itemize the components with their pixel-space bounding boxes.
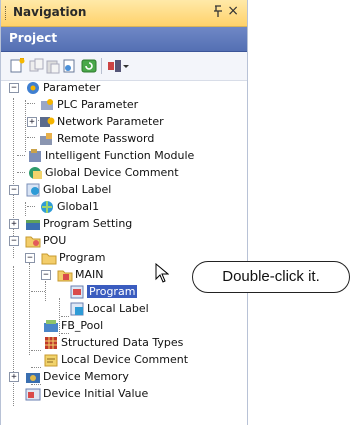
- project-bar[interactable]: Project: [1, 27, 247, 52]
- collapse-toggle-icon[interactable]: −: [9, 83, 19, 93]
- structured-data-types-icon: [45, 337, 57, 349]
- tree-item-intelligent-function-module[interactable]: Intelligent Function Module: [5, 148, 245, 164]
- tree-item-plc-parameter[interactable]: PLC Parameter: [31, 97, 231, 113]
- tree-label: Global1: [57, 200, 100, 213]
- project-label: Project: [9, 31, 58, 45]
- program-setting-icon: [26, 220, 40, 230]
- pin-icon[interactable]: [213, 5, 223, 20]
- navigation-header: Navigation ×: [1, 0, 247, 27]
- global1-icon: [41, 201, 53, 213]
- tree-item-device-memory[interactable]: + Device Memory: [5, 369, 245, 385]
- main-folder-icon: [57, 270, 73, 282]
- program-folder-icon: [41, 253, 57, 265]
- tree-item-local-label[interactable]: Local Label: [67, 301, 227, 317]
- tree-item-global1[interactable]: Global1: [31, 199, 231, 215]
- project-toolbar: [1, 52, 247, 81]
- drag-grip[interactable]: [5, 6, 8, 20]
- local-device-comment-icon: [44, 354, 58, 367]
- parameter-icon: [27, 82, 39, 94]
- tree-label: Intelligent Function Module: [45, 149, 195, 162]
- tree-label: Parameter: [43, 81, 101, 94]
- tree-label: Global Device Comment: [45, 166, 179, 179]
- remote-password-icon: [40, 133, 52, 145]
- tree-label: Network Parameter: [57, 115, 164, 128]
- navigation-panel: Navigation × Project − Parameter PLC Par…: [0, 0, 248, 425]
- collapse-toggle-icon[interactable]: −: [9, 185, 19, 195]
- expand-toggle-icon[interactable]: +: [9, 372, 19, 382]
- expand-toggle-icon[interactable]: +: [27, 117, 37, 127]
- tree-label-selected: Program: [87, 285, 138, 298]
- filter-dropdown-icon[interactable]: [107, 58, 129, 74]
- collapse-toggle-icon[interactable]: −: [25, 253, 35, 263]
- local-label-icon: [70, 302, 84, 316]
- collapse-toggle-icon[interactable]: −: [9, 236, 19, 246]
- refresh-icon[interactable]: [81, 58, 97, 74]
- device-initial-value-icon: [25, 388, 41, 401]
- tree-label: PLC Parameter: [57, 98, 139, 111]
- tree-item-network-parameter[interactable]: + Network Parameter: [21, 114, 231, 130]
- paste-icon[interactable]: [45, 58, 61, 74]
- callout-text: Double-click it.: [222, 268, 320, 285]
- tree-item-device-initial-value[interactable]: Device Initial Value: [5, 386, 245, 402]
- plc-parameter-icon: [41, 99, 53, 110]
- copy-icon[interactable]: [29, 58, 45, 74]
- tree-item-local-device-comment[interactable]: Local Device Comment: [37, 352, 237, 368]
- device-memory-icon: [26, 373, 40, 383]
- collapse-toggle-icon[interactable]: −: [41, 270, 51, 280]
- pou-folder-icon: [25, 236, 41, 248]
- global-device-comment-icon: [29, 167, 42, 179]
- tree-label: Program Setting: [43, 217, 133, 230]
- tree-label: Global Label: [43, 183, 112, 196]
- instruction-callout: Double-click it.: [192, 261, 350, 293]
- program-file-icon: [70, 285, 84, 299]
- toolbar-separator: [101, 58, 102, 74]
- tree-label: Remote Password: [57, 132, 155, 145]
- new-item-icon[interactable]: [9, 58, 25, 74]
- project-tree: − Parameter PLC Parameter + Network Para…: [1, 80, 247, 425]
- tree-label: FB_Pool: [61, 319, 104, 332]
- network-parameter-icon: [40, 117, 55, 127]
- tree-label: Local Label: [87, 302, 149, 315]
- mouse-pointer-icon: [155, 263, 169, 283]
- tree-label: POU: [43, 234, 67, 247]
- navigation-title: Navigation: [13, 5, 87, 19]
- tree-item-remote-password[interactable]: Remote Password: [31, 131, 231, 147]
- expand-toggle-icon[interactable]: +: [9, 219, 19, 229]
- tree-item-program-setting[interactable]: + Program Setting: [5, 216, 245, 232]
- tree-label: Device Initial Value: [43, 387, 149, 400]
- close-icon[interactable]: ×: [227, 3, 239, 19]
- tree-label: Local Device Comment: [61, 353, 189, 366]
- tree-label: Program: [59, 251, 106, 264]
- tree-label: Structured Data Types: [61, 336, 184, 349]
- fb-pool-icon: [44, 320, 58, 332]
- properties-icon[interactable]: [61, 58, 77, 74]
- tree-label: Device Memory: [43, 370, 129, 383]
- tree-item-fb-pool[interactable]: FB_Pool: [37, 318, 237, 334]
- tree-item-global-label[interactable]: − Global Label: [5, 182, 245, 198]
- tree-item-pou[interactable]: − POU: [5, 233, 245, 249]
- tree-label: MAIN: [75, 268, 104, 281]
- module-icon: [29, 149, 41, 162]
- global-label-icon: [26, 183, 40, 197]
- tree-item-global-device-comment[interactable]: Global Device Comment: [5, 165, 245, 181]
- tree-item-structured-data-types[interactable]: Structured Data Types: [37, 335, 237, 351]
- tree-item-parameter[interactable]: − Parameter: [5, 80, 245, 96]
